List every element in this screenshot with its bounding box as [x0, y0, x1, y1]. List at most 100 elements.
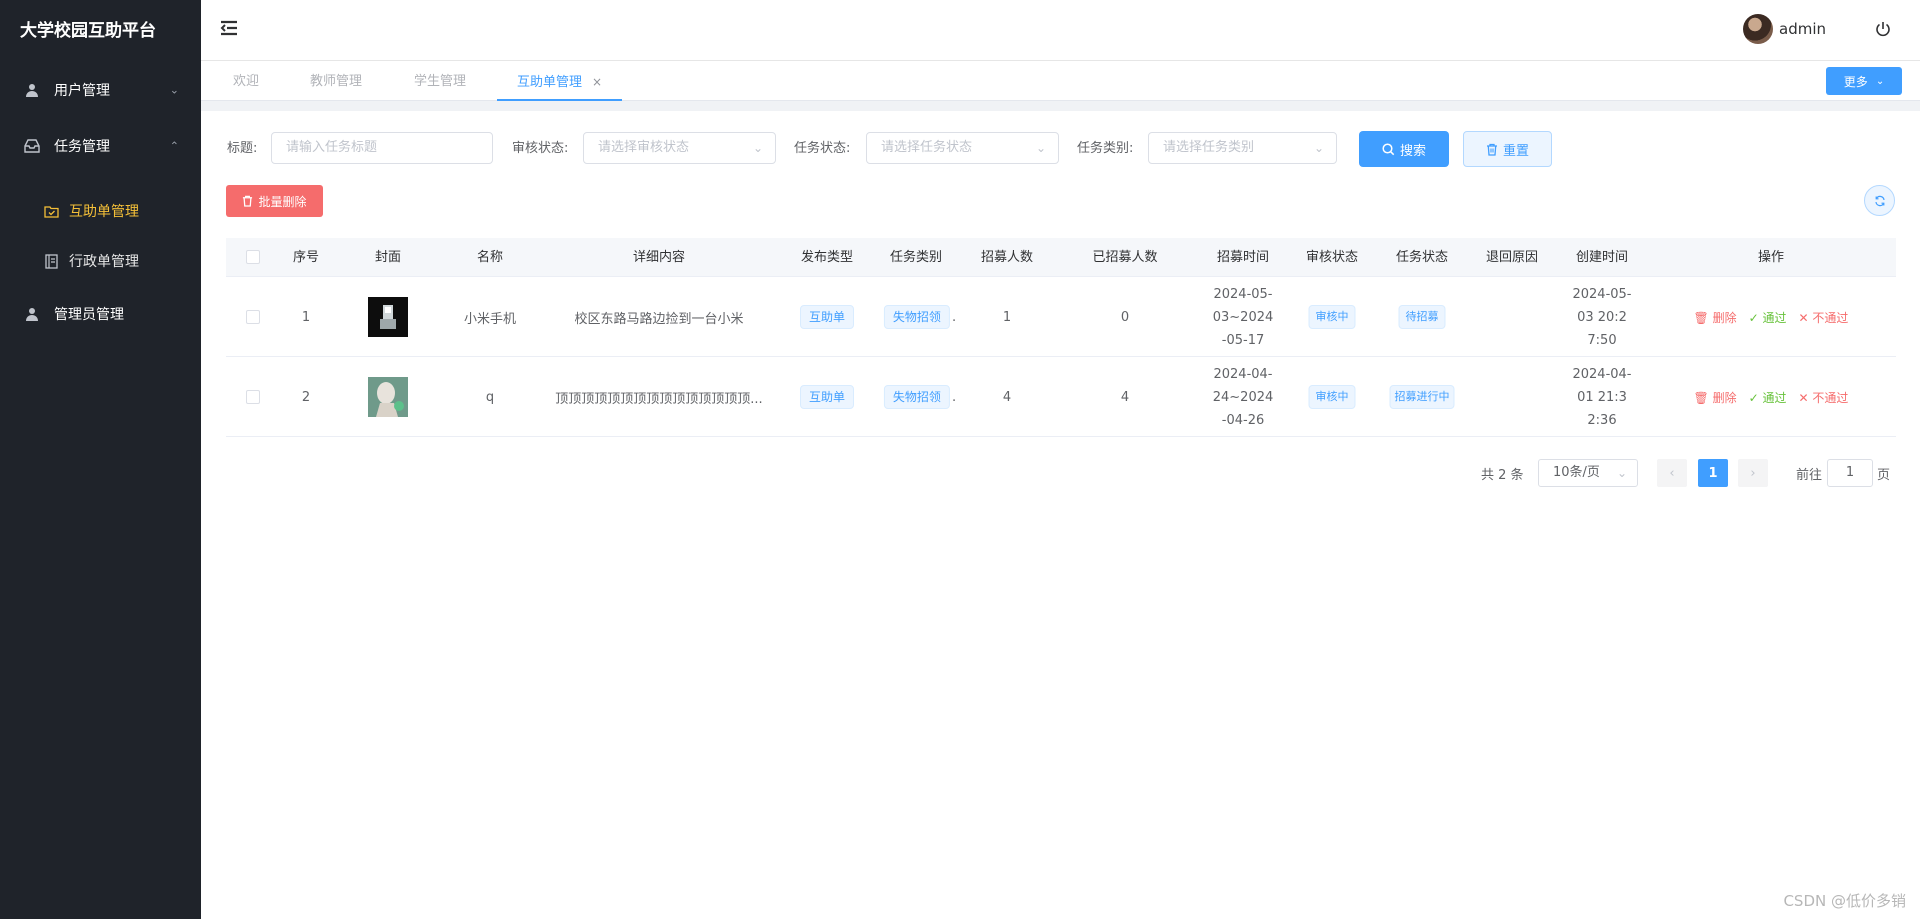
tag-label: 失物招领 — [883, 385, 950, 409]
audit-status-tag: 审核中 — [1308, 357, 1356, 437]
approve-label: 通过 — [1762, 390, 1787, 405]
table-row: 1 小米手机 校区东路马路边捡到一台小米 互助单 失物招领. 1 0 2024-… — [226, 277, 1896, 357]
delete-label: 删除 — [1712, 390, 1737, 405]
column-header: 招募人数 — [980, 250, 1034, 265]
cover-thumbnail[interactable] — [368, 357, 408, 437]
batch-delete-button[interactable]: 批量删除 — [226, 185, 323, 217]
publish-type-tag: 互助单 — [799, 357, 855, 437]
delete-button[interactable]: 🗑 删除 — [1694, 309, 1737, 326]
task-detail: 校区东路马路边捡到一台小米 — [574, 311, 744, 327]
delete-label: 删除 — [1712, 310, 1737, 325]
column-header: 发布类型 — [800, 250, 854, 265]
reset-button[interactable]: 重置 — [1463, 131, 1552, 167]
page-size-select[interactable]: 10条/页 ⌄ — [1538, 459, 1638, 487]
reject-button[interactable]: ✕ 不通过 — [1799, 309, 1849, 326]
sidebar-item-task-management[interactable]: 任务管理 ⌃ — [0, 118, 201, 174]
avatar[interactable] — [1743, 14, 1773, 44]
goto-prefix: 前往 — [1796, 468, 1823, 483]
next-page-button[interactable]: › — [1738, 459, 1768, 487]
select-placeholder: 请选择任务状态 — [881, 140, 973, 155]
delete-button[interactable]: 🗑 删除 — [1694, 389, 1737, 406]
tab-welcome[interactable]: 欢迎 — [233, 61, 259, 101]
tag-label: 审核中 — [1308, 385, 1356, 409]
select-placeholder: 请选择审核状态 — [598, 140, 690, 155]
task-status-filter-label: 任务状态: — [794, 141, 851, 156]
tag-label: 互助单 — [799, 305, 855, 329]
sidebar-item-admin-management[interactable]: 管理员管理 — [0, 286, 201, 342]
recruit-time: 2024-04-24~2024-04-26 — [1212, 366, 1274, 428]
tab-label: 学生管理 — [414, 74, 467, 89]
task-detail: 顶顶顶顶顶顶顶顶顶顶顶顶顶顶顶... — [555, 391, 763, 407]
trash-icon: 🗑 — [1693, 310, 1709, 325]
sidebar-subitem-label: 行政单管理 — [69, 254, 139, 270]
audit-status-select[interactable]: 请选择审核状态 ⌄ — [583, 132, 776, 164]
column-header: 封面 — [374, 250, 402, 265]
reject-label: 不通过 — [1812, 310, 1849, 325]
audit-filter-label: 审核状态: — [512, 141, 569, 156]
check-icon: ✓ — [1748, 310, 1759, 325]
sidebar-subitem-help-orders[interactable]: 互助单管理 — [0, 186, 201, 236]
reject-button[interactable]: ✕ 不通过 — [1799, 389, 1849, 406]
column-header: 创建时间 — [1575, 250, 1629, 265]
tag-label: 招募进行中 — [1389, 385, 1455, 409]
more-button[interactable]: 更多 ⌄ — [1826, 67, 1902, 95]
tag-label: 失物招领 — [883, 305, 950, 329]
cover-thumbnail[interactable] — [368, 277, 408, 357]
column-header: 招募时间 — [1216, 250, 1270, 265]
created-time: 2024-05-03 20:27:50 — [1572, 286, 1632, 348]
chevron-down-icon: ⌄ — [752, 141, 763, 155]
main-panel — [201, 111, 1920, 919]
chevron-up-icon: ⌃ — [169, 139, 179, 153]
reject-label: 不通过 — [1812, 390, 1849, 405]
category-select[interactable]: 请选择任务类别 ⌄ — [1148, 132, 1337, 164]
task-status-select[interactable]: 请选择任务状态 ⌄ — [866, 132, 1059, 164]
sidebar-item-label: 用户管理 — [54, 83, 110, 99]
inbox-icon — [24, 138, 40, 154]
close-icon: ✕ — [1798, 310, 1809, 325]
approve-button[interactable]: ✓ 通过 — [1749, 389, 1787, 406]
table-row: 2 q 顶顶顶顶顶顶顶顶顶顶顶顶顶顶顶... 互助单 失物招领. 4 4 202… — [226, 357, 1896, 437]
title-filter-label: 标题: — [227, 141, 258, 156]
app-title: 大学校园互助平台 — [20, 21, 156, 41]
prev-page-button[interactable]: ‹ — [1657, 459, 1687, 487]
refresh-icon — [1874, 195, 1886, 207]
user-menu[interactable]: admin — [1743, 14, 1826, 44]
select-all-checkbox[interactable] — [246, 238, 260, 277]
row-checkbox[interactable] — [246, 277, 260, 357]
sidebar-item-user-management[interactable]: 用户管理 ⌄ — [0, 62, 201, 118]
page-number[interactable]: 1 — [1698, 459, 1728, 487]
top-bar: admin — [201, 0, 1920, 61]
close-icon[interactable]: × — [592, 75, 602, 89]
created-time: 2024-04-01 21:32:36 — [1572, 366, 1632, 428]
tab-label: 教师管理 — [310, 74, 363, 89]
chevron-down-icon: ⌄ — [1875, 75, 1885, 87]
chevron-down-icon: ⌄ — [1035, 141, 1046, 155]
menu-collapse-icon[interactable] — [219, 19, 239, 39]
tab-student-management[interactable]: 学生管理 — [414, 61, 466, 101]
approve-button[interactable]: ✓ 通过 — [1749, 309, 1787, 326]
search-label: 搜索 — [1399, 143, 1426, 159]
column-header: 已招募人数 — [1092, 250, 1158, 265]
refresh-button[interactable] — [1864, 185, 1895, 216]
power-icon[interactable] — [1874, 20, 1892, 38]
chevron-down-icon: ⌄ — [1616, 466, 1627, 480]
tab-teacher-management[interactable]: 教师管理 — [310, 61, 362, 101]
sidebar-item-label: 任务管理 — [54, 139, 110, 155]
tab-help-order-management[interactable]: 互助单管理 × — [497, 61, 622, 101]
page-size-value: 10条/页 — [1553, 465, 1600, 480]
task-status-tag: 招募进行中 — [1389, 357, 1455, 437]
goto-page-input[interactable]: 1 — [1827, 459, 1873, 487]
title-search-input[interactable]: 请输入任务标题 — [271, 132, 493, 164]
recruit-count: 1 — [1002, 309, 1012, 325]
category-filter-label: 任务类别: — [1077, 141, 1134, 156]
notebook-icon — [43, 253, 59, 269]
input-placeholder: 请输入任务标题 — [286, 140, 378, 155]
row-checkbox[interactable] — [246, 357, 260, 437]
row-actions: 🗑 删除 ✓ 通过 ✕ 不通过 — [1694, 357, 1849, 437]
search-button[interactable]: 搜索 — [1359, 131, 1449, 167]
column-header: 详细内容 — [632, 250, 686, 265]
sidebar-subitem-admin-orders[interactable]: 行政单管理 — [0, 236, 201, 286]
tag-label: 审核中 — [1308, 305, 1356, 329]
sidebar: 大学校园互助平台 用户管理 ⌄ 任务管理 ⌃ 互助单管理 行政单管理 管理员管理 — [0, 0, 201, 919]
column-header: 任务类别 — [889, 250, 943, 265]
